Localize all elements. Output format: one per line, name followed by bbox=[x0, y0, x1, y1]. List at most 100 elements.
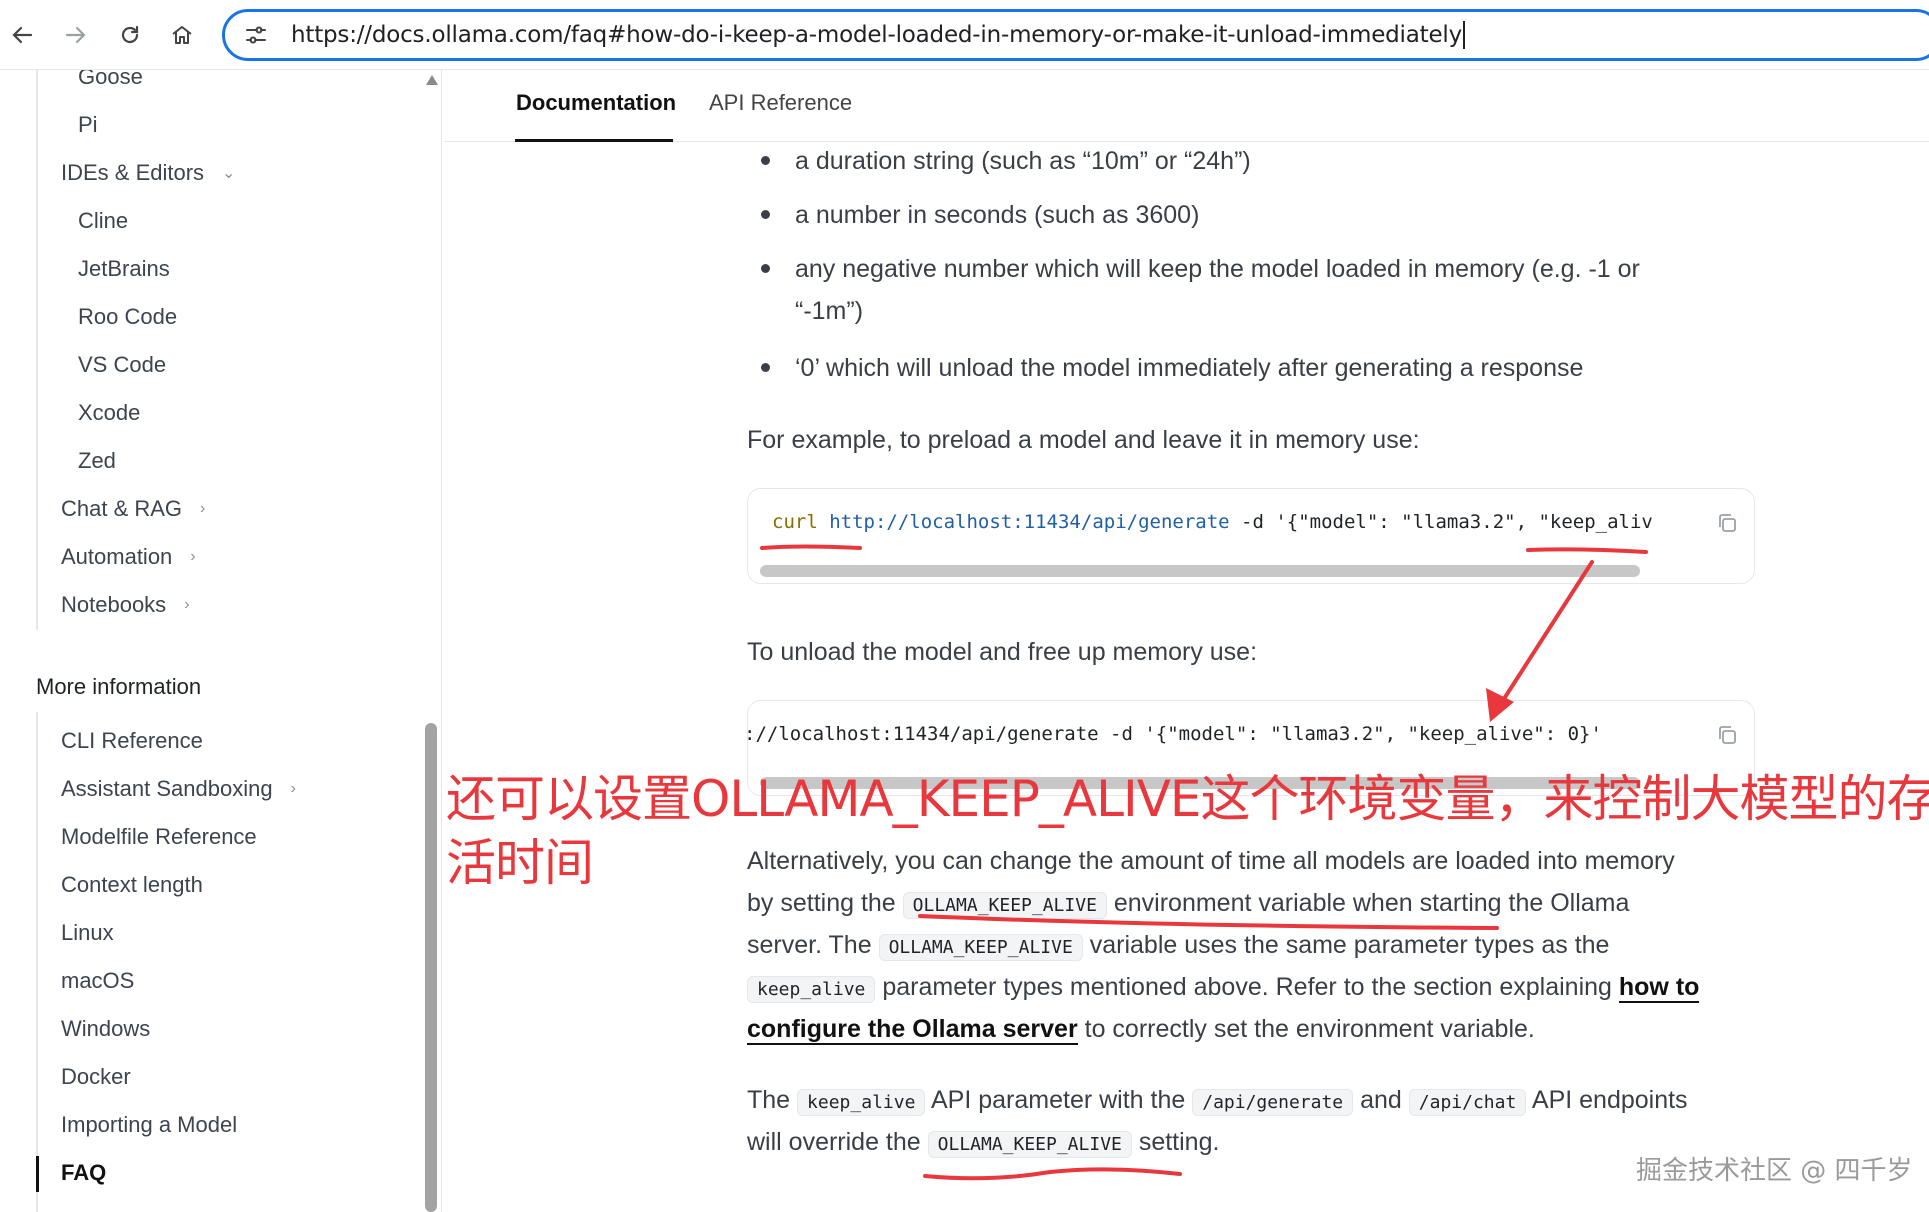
site-settings-icon[interactable] bbox=[241, 20, 271, 50]
sidebar-section-heading: More information bbox=[36, 674, 202, 699]
sidebar-item-label: Modelfile Reference bbox=[61, 824, 257, 849]
sidebar-item-label: Cline bbox=[78, 208, 129, 233]
chevron-down-icon: ⌄ bbox=[222, 165, 236, 182]
reload-icon[interactable] bbox=[110, 15, 150, 55]
code-block[interactable]: curl http://localhost:11434/api/generate… bbox=[747, 488, 1755, 584]
sidebar-item-label: Roo Code bbox=[78, 304, 178, 329]
url-text[interactable]: https://docs.ollama.com/faq#how-do-i-kee… bbox=[291, 22, 1462, 48]
text: and bbox=[1360, 1086, 1402, 1114]
text: API endpoints bbox=[1531, 1086, 1688, 1114]
inline-code: /api/generate bbox=[1192, 1089, 1354, 1116]
sidebar-item-cline[interactable]: Cline bbox=[78, 208, 128, 234]
inline-code: OLLAMA_KEEP_ALIVE bbox=[902, 892, 1107, 919]
paragraph-line: Alternatively, you can change the amount… bbox=[747, 847, 1675, 875]
sidebar-item-label: Importing a Model bbox=[61, 1112, 238, 1137]
nav-tree-line bbox=[36, 70, 38, 630]
address-bar[interactable]: https://docs.ollama.com/faq#how-do-i-kee… bbox=[222, 9, 1929, 61]
sidebar-item-roo-code[interactable]: Roo Code bbox=[78, 304, 177, 330]
forward-icon[interactable] bbox=[56, 15, 96, 55]
text: API parameter with the bbox=[931, 1086, 1186, 1114]
configure-server-link[interactable]: configure the Ollama server bbox=[747, 1015, 1078, 1045]
sidebar-item-label: Goose bbox=[78, 70, 143, 89]
sidebar-item-linux[interactable]: Linux bbox=[61, 920, 114, 946]
list-item: ‘0’ which will unload the model immediat… bbox=[795, 354, 1584, 382]
tab-api-reference[interactable]: API Reference bbox=[709, 90, 852, 116]
text: parameter types mentioned above. Refer t… bbox=[882, 973, 1612, 1001]
code-scrollbar[interactable] bbox=[760, 565, 1640, 577]
sidebar-item-label: Xcode bbox=[78, 400, 141, 425]
text: environment variable when starting the O… bbox=[1113, 889, 1630, 917]
sidebar-item-modelfile-reference[interactable]: Modelfile Reference bbox=[61, 824, 257, 850]
bullet-dot bbox=[761, 156, 770, 165]
sidebar-item-docker[interactable]: Docker bbox=[61, 1064, 131, 1090]
code-line[interactable]: curl http://localhost:11434/api/generate… bbox=[772, 511, 1653, 533]
main-content: a duration string (such as “10m” or “24h… bbox=[444, 143, 1929, 1212]
sidebar-item-jetbrains[interactable]: JetBrains bbox=[78, 256, 170, 282]
sidebar-item-zed[interactable]: Zed bbox=[78, 448, 116, 474]
chevron-right-icon: › bbox=[190, 548, 196, 565]
sidebar-item-label: macOS bbox=[61, 968, 135, 993]
paragraph: To unload the model and free up memory u… bbox=[747, 638, 1258, 666]
sidebar-item-goose[interactable]: Goose bbox=[78, 70, 143, 90]
list-item-continuation: “-1m”) bbox=[795, 297, 864, 325]
sidebar-group-ides-editors[interactable]: IDEs & Editors ⌄ bbox=[61, 160, 235, 186]
paragraph-line: server. The OLLAMA_KEEP_ALIVE variable u… bbox=[747, 924, 1609, 969]
docs-sidebar: Goose Pi IDEs & Editors ⌄ Cline JetBrain… bbox=[0, 70, 442, 1212]
sidebar-item-importing-a-model[interactable]: Importing a Model bbox=[61, 1112, 237, 1138]
annotation-text: 活时间 bbox=[446, 834, 594, 892]
browser-toolbar: https://docs.ollama.com/faq#how-do-i-kee… bbox=[0, 0, 1929, 70]
code-token-url: http://localhost:11434/api/generate bbox=[829, 511, 1230, 533]
bullet-dot bbox=[761, 264, 770, 273]
sidebar-item-cli-reference[interactable]: CLI Reference bbox=[61, 728, 203, 754]
sidebar-scrollbar-thumb[interactable] bbox=[425, 723, 437, 1212]
sidebar-item-windows[interactable]: Windows bbox=[61, 1016, 150, 1042]
text: variable uses the same parameter types a… bbox=[1089, 931, 1610, 959]
code-token-command: curl bbox=[772, 511, 818, 533]
text: The bbox=[747, 1086, 791, 1114]
sidebar-item-context-length[interactable]: Context length bbox=[61, 872, 203, 898]
sidebar-item-macos[interactable]: macOS bbox=[61, 968, 134, 994]
paragraph-line: The keep_alive API parameter with the /a… bbox=[747, 1079, 1688, 1124]
bullet-dot bbox=[761, 210, 770, 219]
inline-code: OLLAMA_KEEP_ALIVE bbox=[927, 1131, 1132, 1158]
inline-code: /api/chat bbox=[1408, 1089, 1527, 1116]
active-indicator bbox=[36, 1156, 39, 1192]
sidebar-item-label: CLI Reference bbox=[61, 728, 203, 753]
chevron-right-icon: › bbox=[290, 780, 296, 797]
sidebar-item-vs-code[interactable]: VS Code bbox=[78, 352, 166, 378]
inline-code: keep_alive bbox=[747, 976, 876, 1003]
sidebar-item-label: Assistant Sandboxing bbox=[61, 776, 273, 801]
copy-icon[interactable] bbox=[1713, 509, 1741, 537]
sidebar-item-label: Chat & RAG bbox=[61, 496, 183, 521]
sidebar-item-assistant-sandboxing[interactable]: Assistant Sandboxing › bbox=[61, 776, 296, 802]
text: setting. bbox=[1138, 1128, 1220, 1156]
active-tab-underline bbox=[515, 139, 673, 142]
code-token-args: -d '{"model": "llama3.2", "keep_aliv bbox=[1229, 511, 1653, 533]
text: will override the bbox=[747, 1128, 921, 1156]
sidebar-item-label: VS Code bbox=[78, 352, 167, 377]
watermark: 掘金技术社区 @ 四千岁 bbox=[1636, 1156, 1913, 1186]
home-icon[interactable] bbox=[162, 15, 202, 55]
tab-documentation[interactable]: Documentation bbox=[516, 90, 676, 116]
sidebar-item-pi[interactable]: Pi bbox=[78, 112, 98, 138]
sidebar-item-xcode[interactable]: Xcode bbox=[78, 400, 140, 426]
back-icon[interactable] bbox=[2, 15, 42, 55]
sidebar-item-faq[interactable]: FAQ bbox=[61, 1160, 106, 1186]
configure-server-link[interactable]: how to bbox=[1618, 973, 1700, 1003]
sidebar-group-notebooks[interactable]: Notebooks › bbox=[61, 592, 190, 618]
sidebar-group-automation[interactable]: Automation › bbox=[61, 544, 196, 570]
list-item: any negative number which will keep the … bbox=[795, 255, 1640, 283]
sidebar-item-label: Pi bbox=[78, 112, 98, 137]
sidebar-item-label: Notebooks bbox=[61, 592, 167, 617]
code-line[interactable]: ://localhost:11434/api/generate -d '{"mo… bbox=[748, 723, 1602, 745]
sidebar-item-label: Docker bbox=[61, 1064, 131, 1089]
text: server. The bbox=[747, 931, 872, 959]
scroll-up-arrow-icon[interactable] bbox=[424, 74, 440, 90]
chevron-right-icon: › bbox=[184, 596, 190, 613]
copy-icon[interactable] bbox=[1713, 721, 1741, 749]
sidebar-group-chat-rag[interactable]: Chat & RAG › bbox=[61, 496, 205, 522]
sidebar-item-label: Linux bbox=[61, 920, 114, 945]
inline-code: keep_alive bbox=[797, 1089, 926, 1116]
list-item: a number in seconds (such as 3600) bbox=[795, 201, 1200, 229]
sidebar-item-label: Zed bbox=[78, 448, 116, 473]
